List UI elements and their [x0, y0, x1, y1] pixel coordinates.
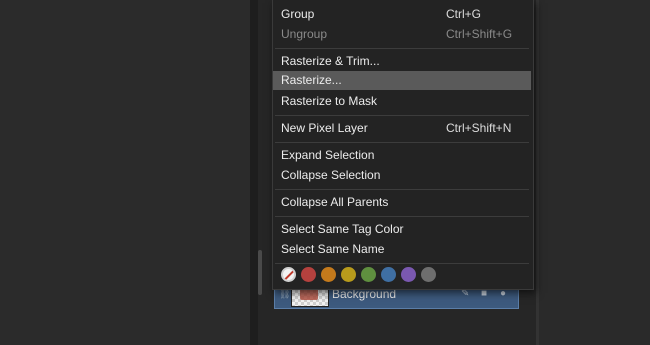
menu-item-rasterize[interactable]: Rasterize... — [273, 71, 531, 90]
menu-item-select-same-name[interactable]: Select Same Name — [273, 240, 531, 259]
right-dock — [539, 0, 650, 345]
menu-item-label: Collapse Selection — [281, 168, 381, 182]
menu-item-new-pixel-layer[interactable]: New Pixel Layer Ctrl+Shift+N — [273, 119, 531, 138]
canvas-area — [0, 0, 250, 345]
layers-scrollbar[interactable] — [258, 250, 262, 295]
menu-item-shortcut: Ctrl+Shift+G — [446, 27, 513, 41]
context-menu: Group Ctrl+G Ungroup Ctrl+Shift+G Raster… — [272, 0, 534, 290]
tag-color-yellow-swatch[interactable] — [341, 267, 356, 282]
menu-separator — [275, 263, 529, 264]
menu-item-shortcut: Ctrl+Shift+N — [446, 121, 512, 135]
menu-item-label: Rasterize... — [281, 73, 342, 87]
tag-color-orange-swatch[interactable] — [321, 267, 336, 282]
menu-item-label: Ungroup — [281, 27, 328, 41]
menu-separator — [275, 115, 529, 116]
menu-item-collapse-all-parents[interactable]: Collapse All Parents — [273, 193, 531, 212]
menu-item-label: Select Same Tag Color — [281, 222, 404, 236]
menu-item-expand-selection[interactable]: Expand Selection — [273, 146, 531, 165]
panel-divider[interactable] — [250, 0, 258, 345]
menu-item-rasterize-to-mask[interactable]: Rasterize to Mask — [273, 92, 531, 111]
menu-separator — [275, 142, 529, 143]
menu-item-label: Group — [281, 7, 315, 21]
menu-item-label: Expand Selection — [281, 148, 375, 162]
menu-item-shortcut: Ctrl+G — [446, 7, 482, 21]
tag-color-purple-swatch[interactable] — [401, 267, 416, 282]
menu-separator — [275, 48, 529, 49]
tag-color-none-swatch[interactable] — [281, 267, 296, 282]
menu-item-collapse-selection[interactable]: Collapse Selection — [273, 166, 531, 185]
menu-item-label: Rasterize to Mask — [281, 94, 378, 108]
menu-item-rasterize-trim[interactable]: Rasterize & Trim... — [273, 52, 531, 71]
tag-color-green-swatch[interactable] — [361, 267, 376, 282]
menu-item-label: New Pixel Layer — [281, 121, 368, 135]
menu-item-ungroup[interactable]: Ungroup Ctrl+Shift+G — [273, 25, 531, 44]
tag-color-red-swatch[interactable] — [301, 267, 316, 282]
menu-separator — [275, 189, 529, 190]
menu-item-label: Collapse All Parents — [281, 195, 389, 209]
menu-item-select-same-tag-color[interactable]: Select Same Tag Color — [273, 220, 531, 239]
menu-item-label: Select Same Name — [281, 242, 385, 256]
tag-color-blue-swatch[interactable] — [381, 267, 396, 282]
menu-item-group[interactable]: Group Ctrl+G — [273, 5, 531, 24]
link-icon: ⛓ — [279, 289, 291, 299]
tag-color-gray-swatch[interactable] — [421, 267, 436, 282]
menu-separator — [275, 216, 529, 217]
menu-item-label: Rasterize & Trim... — [281, 54, 380, 68]
